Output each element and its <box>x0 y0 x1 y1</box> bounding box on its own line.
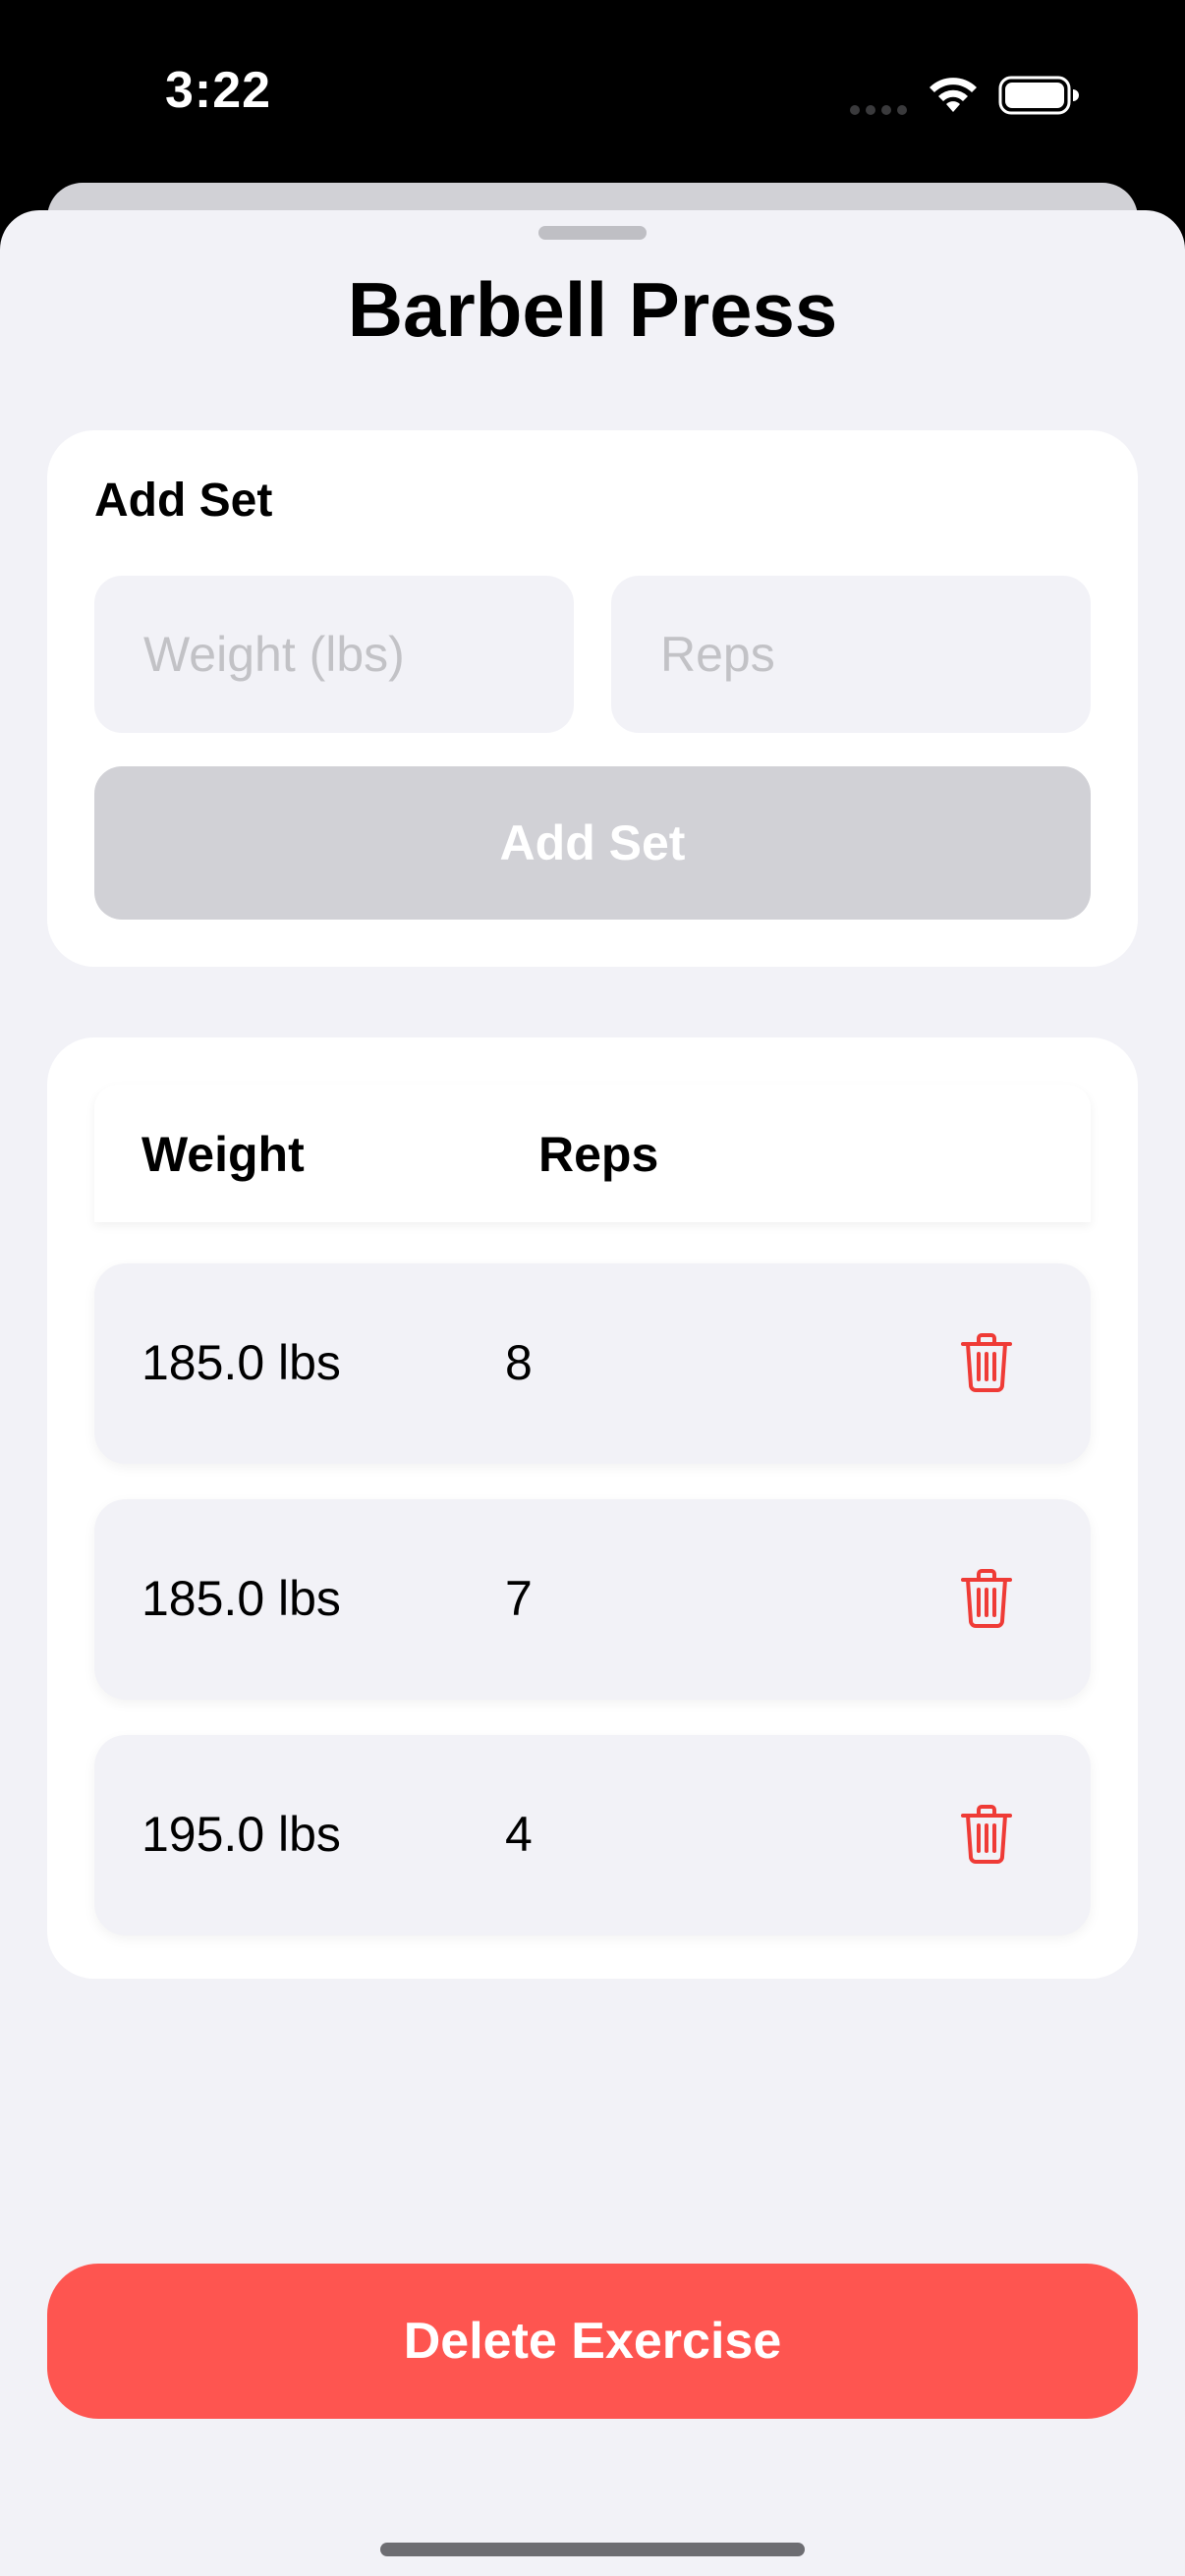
status-bar: 3:22 <box>0 0 1185 187</box>
reps-input[interactable] <box>611 576 1091 733</box>
column-header-weight: Weight <box>141 1127 305 1182</box>
trash-icon[interactable] <box>959 1332 1014 1393</box>
set-weight: 195.0 lbs <box>141 1807 341 1862</box>
set-row: 195.0 lbs 4 <box>94 1735 1091 1935</box>
add-set-heading: Add Set <box>94 475 273 527</box>
cellular-dots-icon <box>850 105 907 115</box>
set-reps: 7 <box>505 1571 533 1626</box>
battery-full-icon <box>998 76 1079 115</box>
add-set-card: Add Set Add Set <box>47 430 1138 967</box>
set-weight: 185.0 lbs <box>141 1335 341 1390</box>
add-set-button[interactable]: Add Set <box>94 766 1091 920</box>
set-row: 185.0 lbs 7 <box>94 1499 1091 1700</box>
delete-exercise-button[interactable]: Delete Exercise <box>47 2264 1138 2419</box>
status-time: 3:22 <box>165 62 272 119</box>
set-reps: 4 <box>505 1807 533 1862</box>
sets-card: Weight Reps 185.0 lbs 8 185.0 lbs 7 195.… <box>47 1037 1138 1979</box>
set-row: 185.0 lbs 8 <box>94 1263 1091 1464</box>
trash-icon[interactable] <box>959 1568 1014 1629</box>
exercise-sheet: Barbell Press Add Set Add Set Weight Rep… <box>0 210 1185 2576</box>
home-indicator <box>380 2543 805 2556</box>
set-weight: 185.0 lbs <box>141 1571 341 1626</box>
screen: 3:22 Barbell Press Add Set Add Set <box>0 0 1185 2576</box>
page-title: Barbell Press <box>347 266 838 353</box>
trash-icon[interactable] <box>959 1804 1014 1865</box>
wifi-icon <box>930 78 977 112</box>
column-header-reps: Reps <box>538 1127 659 1182</box>
table-header: Weight Reps <box>94 1085 1091 1222</box>
weight-input[interactable] <box>94 576 574 733</box>
sheet-grabber[interactable] <box>538 226 647 240</box>
set-reps: 8 <box>505 1335 533 1390</box>
